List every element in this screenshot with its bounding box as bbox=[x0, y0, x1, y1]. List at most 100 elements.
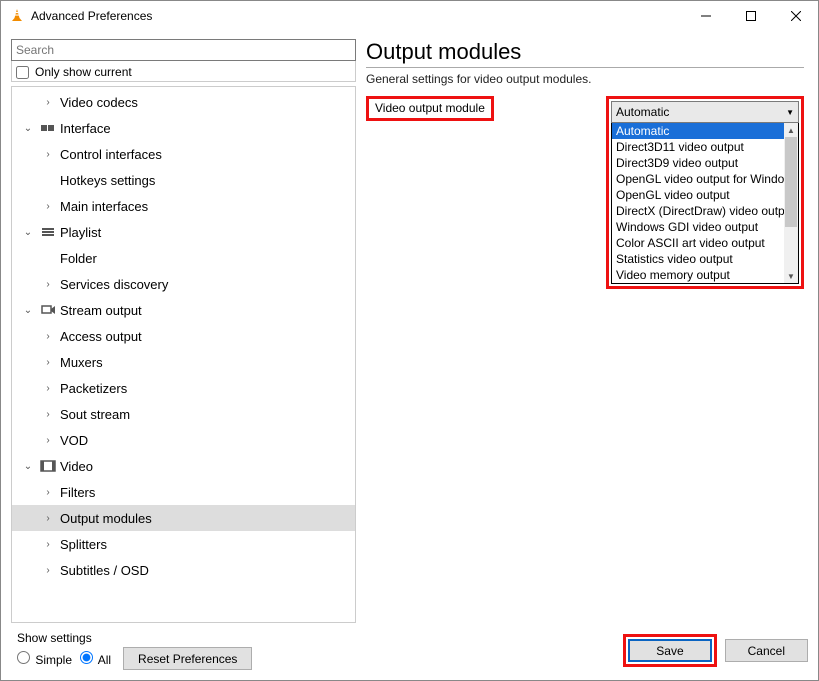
tree-item-label: Services discovery bbox=[58, 277, 168, 292]
tree-item-label: Video codecs bbox=[58, 95, 138, 110]
scrollbar-down-icon[interactable]: ▼ bbox=[784, 269, 798, 283]
tree-item-main-interfaces[interactable]: ›Main interfaces bbox=[12, 193, 355, 219]
preferences-window: Advanced Preferences Only show current ›… bbox=[0, 0, 819, 681]
footer: Show settings Simple All Reset Preferenc… bbox=[1, 623, 818, 680]
tree-item-label: Folder bbox=[58, 251, 97, 266]
tree-item-label: Filters bbox=[58, 485, 95, 500]
interface-icon bbox=[38, 122, 58, 134]
tree-item-label: Subtitles / OSD bbox=[58, 563, 149, 578]
chevron-down-icon: ▼ bbox=[786, 108, 794, 117]
tree-item-label: Hotkeys settings bbox=[58, 173, 155, 188]
dropdown-option[interactable]: OpenGL video output bbox=[612, 187, 798, 203]
cancel-button[interactable]: Cancel bbox=[725, 639, 808, 662]
chevron-down-icon[interactable]: ⌄ bbox=[18, 305, 38, 316]
chevron-down-icon[interactable]: ⌄ bbox=[18, 123, 38, 134]
titlebar: Advanced Preferences bbox=[1, 1, 818, 31]
tree-item-sout-stream[interactable]: ›Sout stream bbox=[12, 401, 355, 427]
chevron-right-icon[interactable]: › bbox=[38, 279, 58, 290]
left-panel: Only show current ›Video codecs⌄Interfac… bbox=[11, 39, 356, 623]
tree-item-access-output[interactable]: ›Access output bbox=[12, 323, 355, 349]
chevron-right-icon[interactable]: › bbox=[38, 383, 58, 394]
tree-item-label: Main interfaces bbox=[58, 199, 148, 214]
dropdown-option[interactable]: Direct3D9 video output bbox=[612, 155, 798, 171]
scrollbar-up-icon[interactable]: ▲ bbox=[784, 123, 798, 137]
tree-item-packetizers[interactable]: ›Packetizers bbox=[12, 375, 355, 401]
dropdown-option[interactable]: Color ASCII art video output bbox=[612, 235, 798, 251]
tree-item-label: Sout stream bbox=[58, 407, 130, 422]
tree-item-control-interfaces[interactable]: ›Control interfaces bbox=[12, 141, 355, 167]
tree-item-label: VOD bbox=[58, 433, 88, 448]
tree-item-label: Control interfaces bbox=[58, 147, 162, 162]
scrollbar-thumb[interactable] bbox=[785, 137, 797, 227]
close-button[interactable] bbox=[773, 1, 818, 31]
video-output-module-label: Video output module bbox=[366, 96, 494, 121]
show-settings-all-radio[interactable]: All bbox=[80, 651, 111, 667]
chevron-right-icon[interactable]: › bbox=[38, 357, 58, 368]
tree-item-filters[interactable]: ›Filters bbox=[12, 479, 355, 505]
video-icon bbox=[38, 460, 58, 472]
chevron-right-icon[interactable]: › bbox=[38, 487, 58, 498]
dropdown-option[interactable]: Statistics video output bbox=[612, 251, 798, 267]
chevron-right-icon[interactable]: › bbox=[38, 513, 58, 524]
dropdown-scrollbar[interactable]: ▲ ▼ bbox=[784, 123, 798, 283]
vlc-cone-icon bbox=[9, 8, 25, 24]
dropdown-option[interactable]: Video memory output bbox=[612, 267, 798, 283]
tree-item-muxers[interactable]: ›Muxers bbox=[12, 349, 355, 375]
show-settings-simple-radio[interactable]: Simple bbox=[17, 651, 72, 667]
dropdown-option[interactable]: DirectX (DirectDraw) video output bbox=[612, 203, 798, 219]
page-description: General settings for video output module… bbox=[366, 72, 804, 86]
divider bbox=[366, 67, 804, 68]
tree-item-folder[interactable]: Folder bbox=[12, 245, 355, 271]
only-show-current-checkbox[interactable]: Only show current bbox=[11, 61, 356, 82]
tree-item-label: Access output bbox=[58, 329, 142, 344]
tree-item-stream-output[interactable]: ⌄ Stream output bbox=[12, 297, 355, 323]
chevron-right-icon[interactable]: › bbox=[38, 149, 58, 160]
tree-item-playlist[interactable]: ⌄ Playlist bbox=[12, 219, 355, 245]
chevron-right-icon[interactable]: › bbox=[38, 539, 58, 550]
chevron-right-icon[interactable]: › bbox=[38, 435, 58, 446]
chevron-right-icon[interactable]: › bbox=[38, 565, 58, 576]
tree-item-video-codecs[interactable]: ›Video codecs bbox=[12, 89, 355, 115]
dropdown-option[interactable]: Automatic bbox=[612, 123, 798, 139]
stream-icon bbox=[38, 304, 58, 316]
minimize-button[interactable] bbox=[683, 1, 728, 31]
search-input[interactable] bbox=[11, 39, 356, 61]
show-settings-label: Show settings bbox=[17, 631, 252, 645]
tree-item-label: Playlist bbox=[58, 225, 101, 240]
tree-item-services-discovery[interactable]: ›Services discovery bbox=[12, 271, 355, 297]
tree-item-label: Output modules bbox=[58, 511, 152, 526]
video-output-module-dropdown[interactable]: Automatic ▼ bbox=[611, 101, 799, 123]
only-show-current-input[interactable] bbox=[16, 66, 29, 79]
save-button-highlight: Save bbox=[623, 634, 716, 667]
chevron-right-icon[interactable]: › bbox=[38, 201, 58, 212]
chevron-down-icon[interactable]: ⌄ bbox=[18, 461, 38, 472]
chevron-down-icon[interactable]: ⌄ bbox=[18, 227, 38, 238]
chevron-right-icon[interactable]: › bbox=[38, 331, 58, 342]
tree-item-vod[interactable]: ›VOD bbox=[12, 427, 355, 453]
tree-item-label: Packetizers bbox=[58, 381, 127, 396]
tree-item-interface[interactable]: ⌄ Interface bbox=[12, 115, 355, 141]
tree-item-output-modules[interactable]: ›Output modules bbox=[12, 505, 355, 531]
reset-preferences-button[interactable]: Reset Preferences bbox=[123, 647, 252, 670]
tree-item-label: Muxers bbox=[58, 355, 103, 370]
tree-item-video[interactable]: ⌄Video bbox=[12, 453, 355, 479]
video-output-module-dropdown-highlight: Automatic ▼ AutomaticDirect3D11 video ou… bbox=[606, 96, 804, 289]
tree-item-label: Splitters bbox=[58, 537, 107, 552]
window-title: Advanced Preferences bbox=[31, 9, 683, 23]
right-panel: Output modules General settings for vide… bbox=[366, 39, 808, 623]
dropdown-option[interactable]: Windows GDI video output bbox=[612, 219, 798, 235]
tree-item-label: Stream output bbox=[58, 303, 142, 318]
tree-item-subtitles-osd[interactable]: ›Subtitles / OSD bbox=[12, 557, 355, 583]
chevron-right-icon[interactable]: › bbox=[38, 97, 58, 108]
tree-item-splitters[interactable]: ›Splitters bbox=[12, 531, 355, 557]
page-title: Output modules bbox=[366, 39, 804, 67]
chevron-right-icon[interactable]: › bbox=[38, 409, 58, 420]
save-button[interactable]: Save bbox=[628, 639, 711, 662]
dropdown-listbox[interactable]: AutomaticDirect3D11 video outputDirect3D… bbox=[611, 123, 799, 284]
tree-item-label: Interface bbox=[58, 121, 111, 136]
dropdown-option[interactable]: OpenGL video output for Windows bbox=[612, 171, 798, 187]
preferences-tree[interactable]: ›Video codecs⌄Interface›Control interfac… bbox=[11, 86, 356, 623]
dropdown-option[interactable]: Direct3D11 video output bbox=[612, 139, 798, 155]
maximize-button[interactable] bbox=[728, 1, 773, 31]
tree-item-hotkeys-settings[interactable]: Hotkeys settings bbox=[12, 167, 355, 193]
